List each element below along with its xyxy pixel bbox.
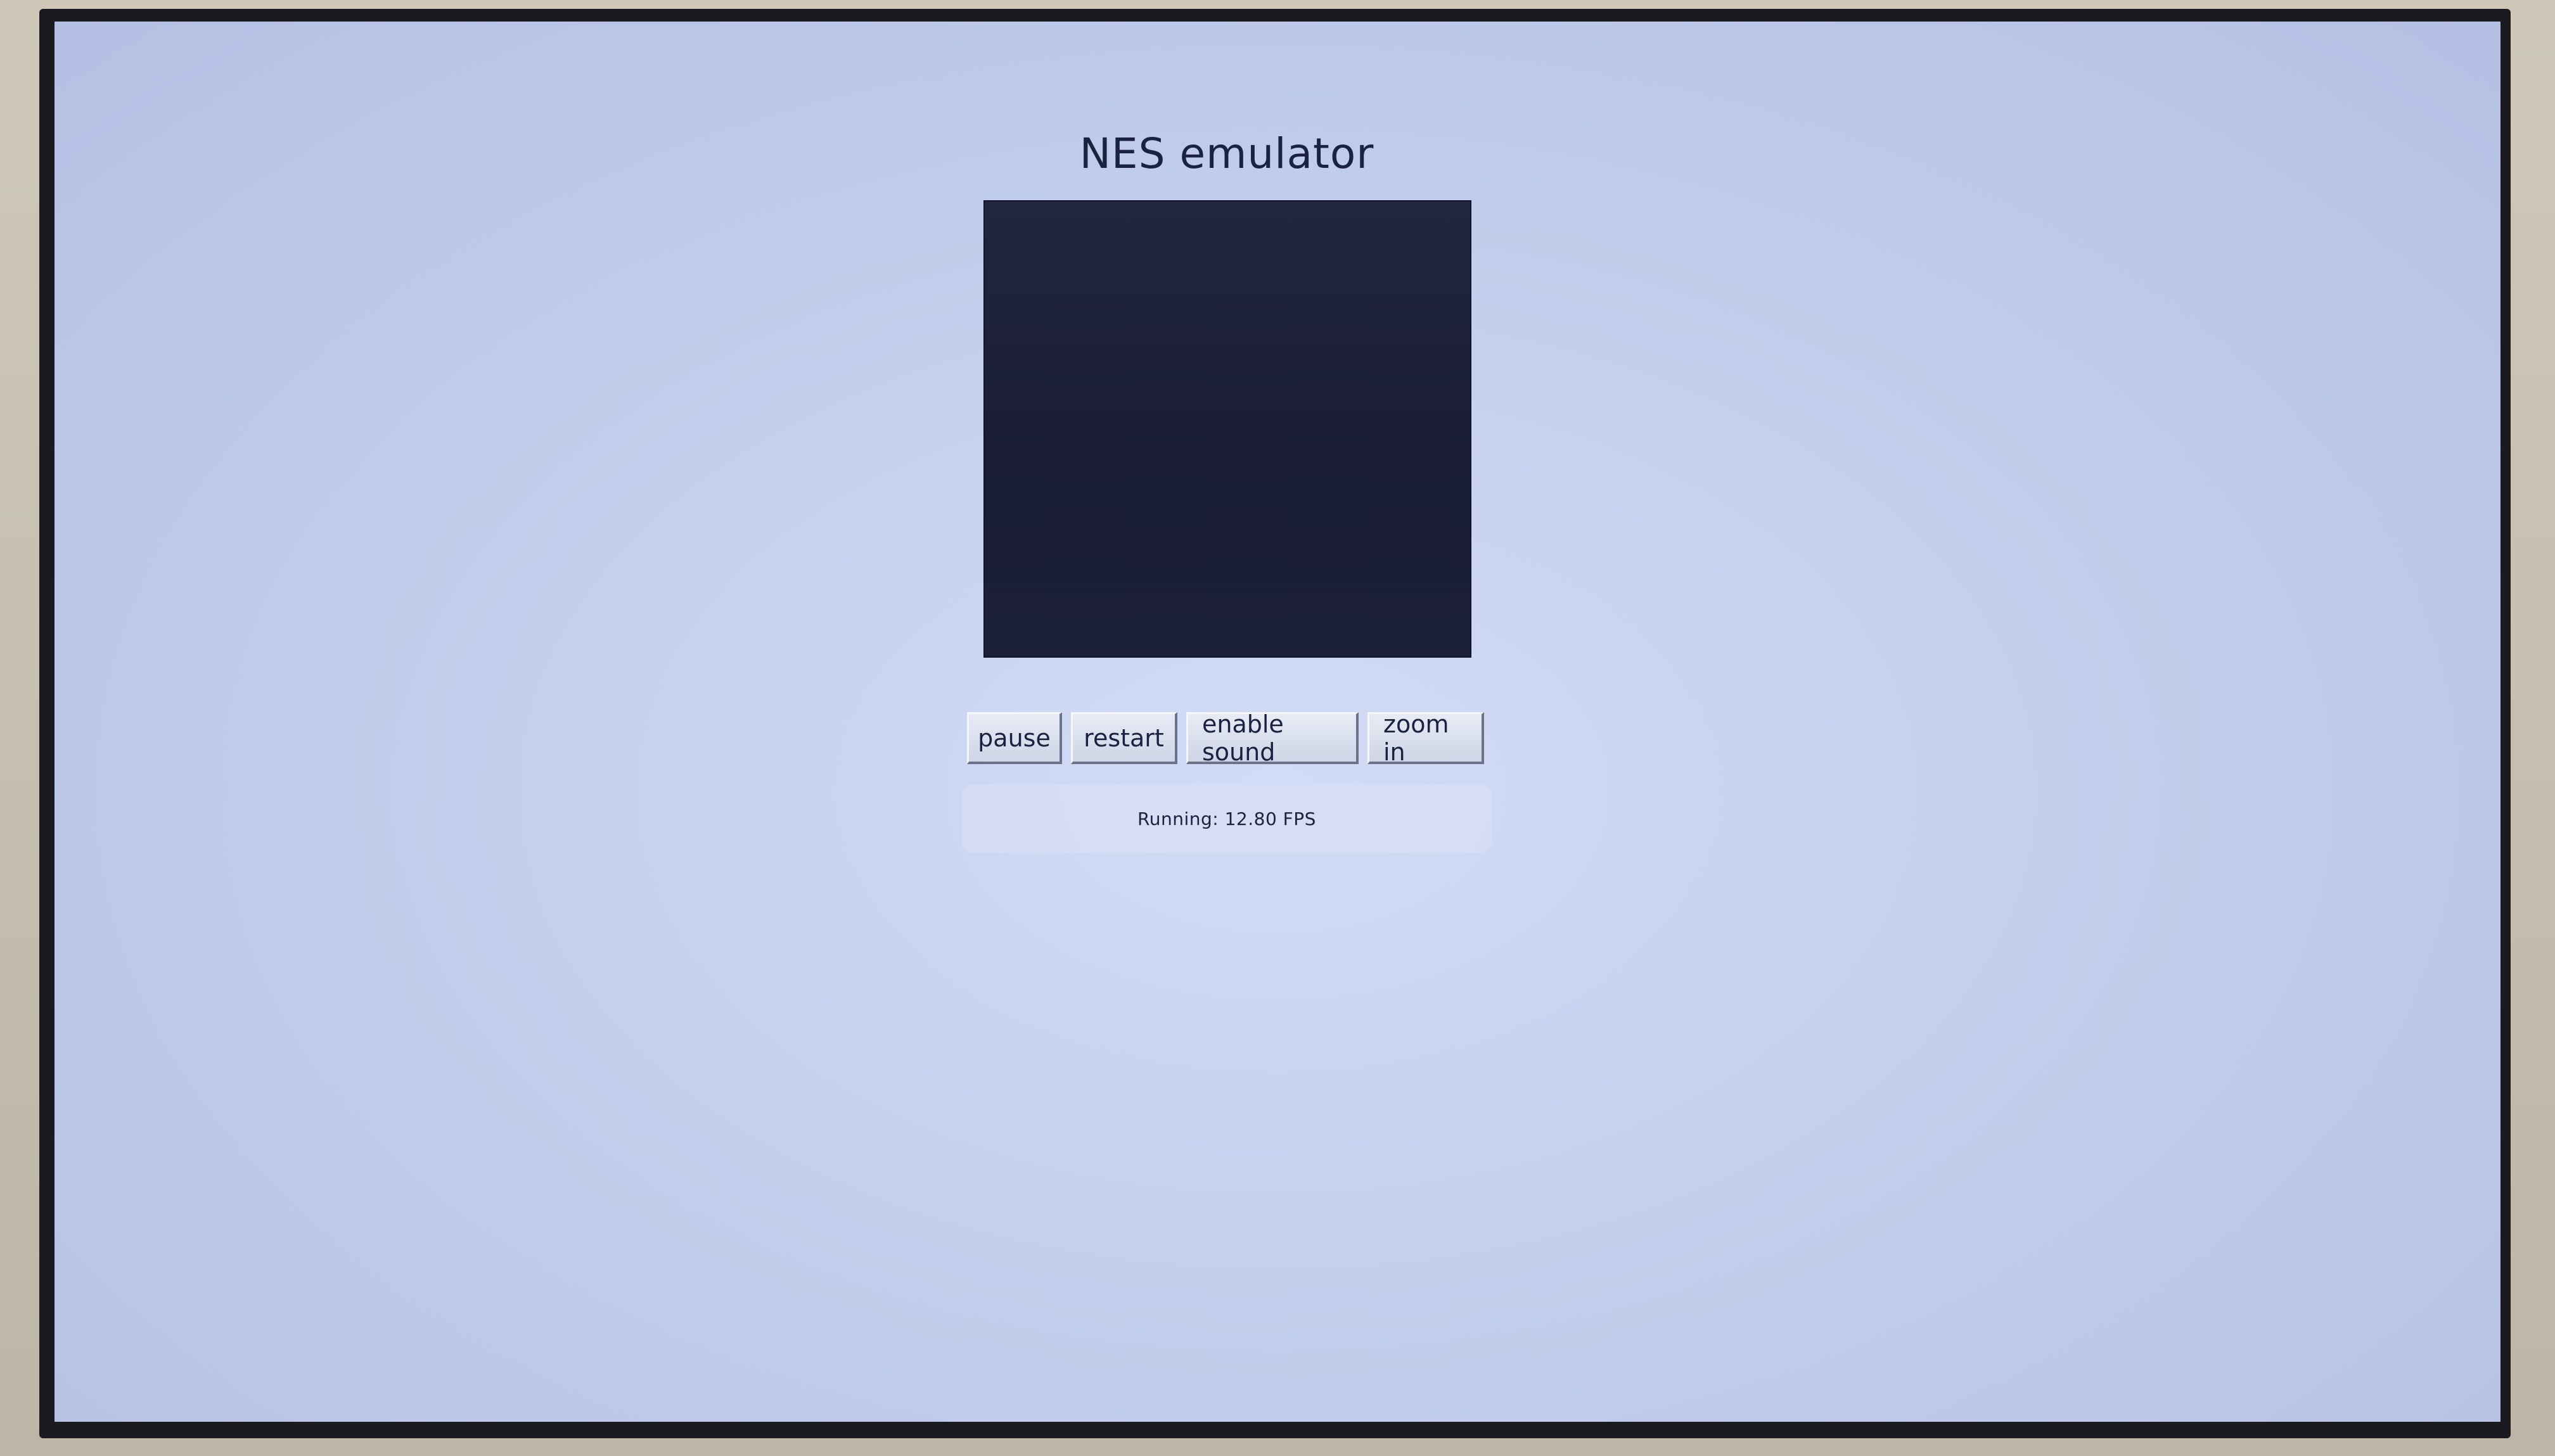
status-panel: Running: 12.80 FPS: [962, 784, 1492, 853]
monitor-bezel: NES emulator pause restart enable sound …: [0, 0, 2555, 1456]
zoom-in-button[interactable]: zoom in: [1367, 710, 1484, 766]
emulator-canvas[interactable]: [983, 200, 1471, 658]
restart-button[interactable]: restart: [1071, 712, 1177, 764]
controls-toolbar: pause restart enable sound zoom in: [967, 710, 1484, 769]
screen: NES emulator pause restart enable sound …: [54, 22, 2501, 1422]
pause-button[interactable]: pause: [967, 712, 1062, 764]
enable-sound-button[interactable]: enable sound: [1186, 710, 1359, 766]
status-text: Running: 12.80 FPS: [1137, 808, 1316, 829]
page-title: NES emulator: [1079, 129, 1374, 178]
